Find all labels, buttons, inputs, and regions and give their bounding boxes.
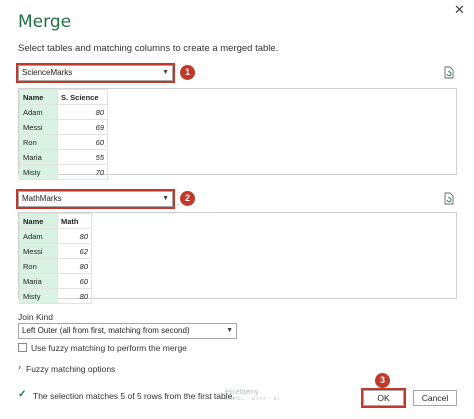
join-kind-select[interactable]: Left Outer (all from first, matching fro… — [18, 323, 237, 339]
chevron-right-icon[interactable]: › — [18, 362, 21, 372]
step-badge-3: 3 — [375, 373, 390, 388]
value-cell: 69 — [57, 119, 108, 135]
second-table-select[interactable]: MathMarks ▼ — [18, 191, 173, 207]
column-header[interactable]: Name — [19, 89, 58, 105]
name-cell: Adam — [19, 104, 58, 120]
table-row: Misty 80 — [19, 288, 92, 304]
refresh-icon[interactable] — [443, 66, 455, 79]
value-cell: 80 — [57, 104, 108, 120]
second-table-value: MathMarks — [22, 194, 62, 203]
first-table-preview: Name S. Science Adam 80 Messi 69 Ron 60 Maria 5… — [18, 88, 457, 180]
check-icon: ✓ — [18, 389, 27, 400]
join-kind-value: Left Outer (all from first, matching fro… — [22, 326, 190, 335]
value-cell: 60 — [57, 273, 92, 289]
watermark-tagline: EXCEL · DATA · BI — [225, 396, 280, 401]
table-row: Maria 60 — [19, 273, 92, 289]
fuzzy-options-toggle[interactable]: Fuzzy matching options — [26, 364, 115, 374]
name-cell: Maria — [19, 273, 58, 289]
value-cell: 55 — [57, 149, 108, 165]
table-row: Ron 60 — [19, 134, 108, 150]
ok-button[interactable]: OK — [363, 390, 404, 406]
watermark-logo: exceldemy EXCEL · DATA · BI — [225, 389, 280, 401]
value-cell: 80 — [57, 228, 92, 244]
chevron-down-icon: ▼ — [226, 327, 233, 334]
first-table-grid: Name S. Science Adam 80 Messi 69 Ron 60 Maria 5… — [19, 89, 108, 180]
name-cell: Ron — [19, 258, 58, 274]
first-table-select[interactable]: ScienceMarks ▼ — [18, 65, 173, 81]
table-row: Misty 70 — [19, 164, 108, 180]
value-cell: 62 — [57, 243, 92, 259]
step-badge-2: 2 — [180, 191, 195, 206]
table-row: Messi 69 — [19, 119, 108, 135]
watermark-name: exceldemy — [225, 389, 259, 396]
second-table-preview: Name Math Adam 80 Messi 62 Ron 80 Maria 60 Misty… — [18, 212, 457, 304]
name-cell: Misty — [19, 288, 58, 304]
value-cell: 70 — [57, 164, 108, 180]
value-cell: 80 — [57, 288, 92, 304]
close-icon[interactable]: ✕ — [454, 2, 465, 18]
table-row: Maria 55 — [19, 149, 108, 165]
join-kind-label: Join Kind — [18, 312, 53, 322]
table-row: Ron 80 — [19, 258, 92, 274]
refresh-icon[interactable] — [443, 192, 455, 205]
status-message: The selection matches 5 of 5 rows from t… — [33, 391, 235, 401]
name-cell: Ron — [19, 134, 58, 150]
column-header[interactable]: S. Science — [57, 89, 108, 105]
fuzzy-matching-checkbox[interactable] — [18, 343, 27, 352]
step-badge-1: 1 — [180, 65, 195, 80]
column-header[interactable]: Math — [57, 213, 92, 229]
name-cell: Messi — [19, 119, 58, 135]
fuzzy-matching-label: Use fuzzy matching to perform the merge — [31, 343, 187, 353]
table-row: Adam 80 — [19, 228, 92, 244]
first-table-value: ScienceMarks — [22, 68, 73, 77]
name-cell: Maria — [19, 149, 58, 165]
value-cell: 80 — [57, 258, 92, 274]
table-row: Messi 62 — [19, 243, 92, 259]
chevron-down-icon: ▼ — [162, 69, 169, 76]
name-cell: Messi — [19, 243, 58, 259]
name-cell: Adam — [19, 228, 58, 244]
name-cell: Misty — [19, 164, 58, 180]
table-row: Adam 80 — [19, 104, 108, 120]
chevron-down-icon: ▼ — [162, 195, 169, 202]
value-cell: 60 — [57, 134, 108, 150]
dialog-subtitle: Select tables and matching columns to cr… — [18, 43, 279, 54]
column-header[interactable]: Name — [19, 213, 58, 229]
dialog-title: Merge — [18, 12, 72, 32]
cancel-button[interactable]: Cancel — [413, 390, 457, 406]
second-table-grid: Name Math Adam 80 Messi 62 Ron 80 Maria 60 Misty… — [19, 213, 92, 304]
